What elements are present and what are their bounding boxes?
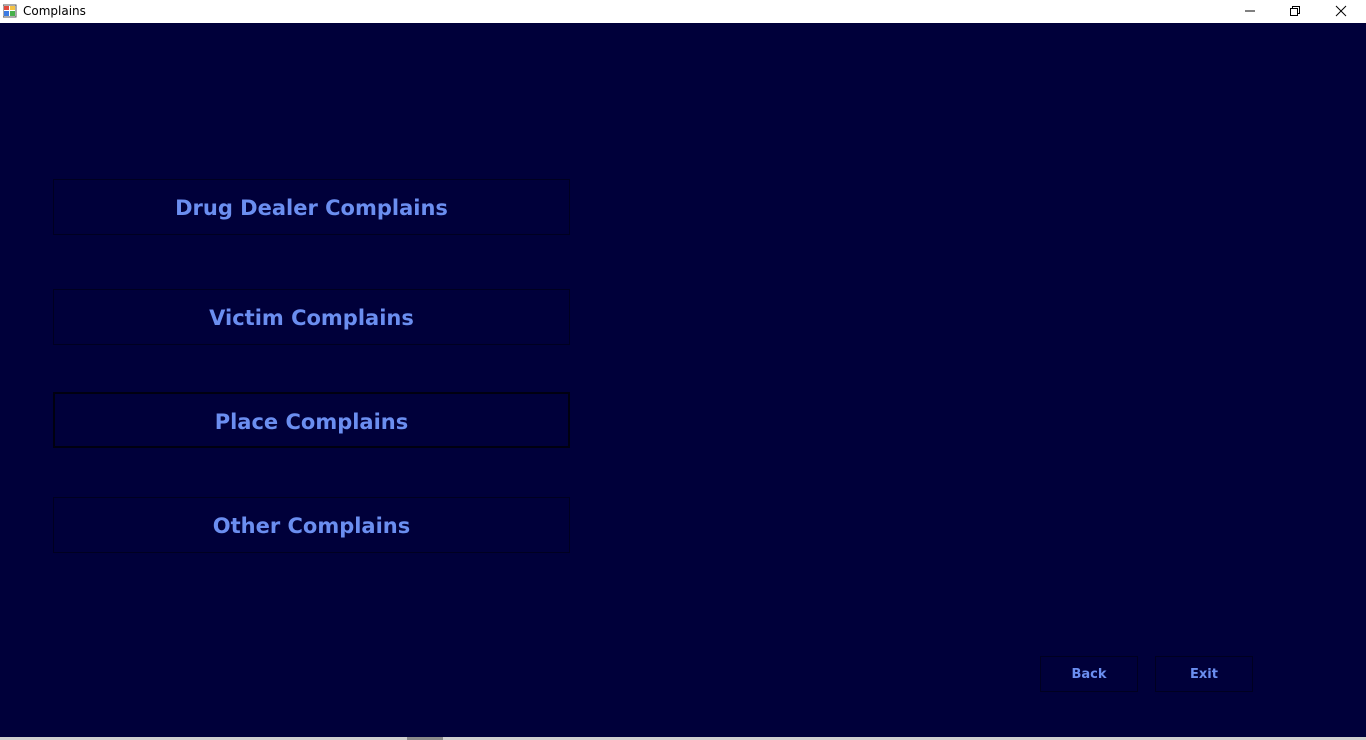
close-button[interactable] <box>1318 0 1364 23</box>
exit-button[interactable]: Exit <box>1155 656 1253 692</box>
restore-button[interactable] <box>1272 0 1318 23</box>
complains-window: Complains Drug Dealer Complains Victim C… <box>0 0 1366 740</box>
victim-complains-button[interactable]: Victim Complains <box>53 289 570 345</box>
client-area: Drug Dealer Complains Victim Complains P… <box>0 23 1366 740</box>
close-icon <box>1335 5 1347 17</box>
minimize-button[interactable] <box>1227 0 1273 23</box>
back-button[interactable]: Back <box>1040 656 1138 692</box>
window-title: Complains <box>23 4 86 18</box>
title-bar[interactable]: Complains <box>0 0 1366 23</box>
restore-icon <box>1290 6 1300 16</box>
minimize-icon <box>1245 10 1255 12</box>
drug-dealer-complains-button[interactable]: Drug Dealer Complains <box>53 179 570 235</box>
app-icon <box>2 4 17 18</box>
place-complains-button[interactable]: Place Complains <box>53 392 570 448</box>
other-complains-button[interactable]: Other Complains <box>53 497 570 553</box>
